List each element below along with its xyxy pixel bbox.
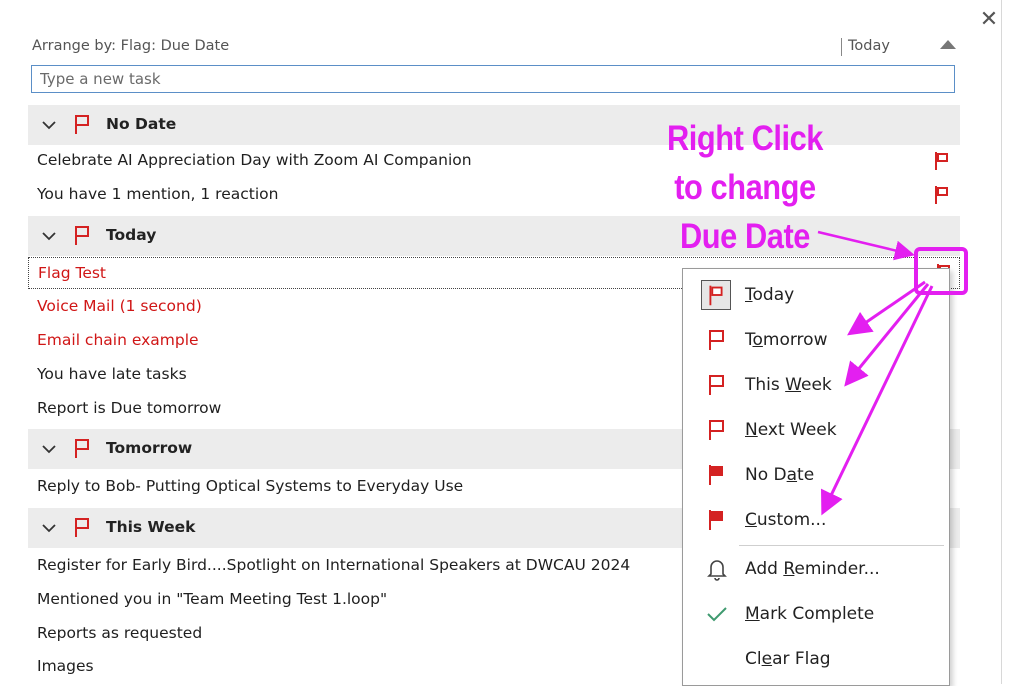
task-subject: Celebrate AI Appreciation Day with Zoom … [37, 151, 472, 169]
bell-icon [707, 560, 727, 581]
checkmark-icon [707, 607, 727, 622]
flag-outline-icon [709, 330, 724, 350]
chevron-down-icon[interactable] [40, 519, 58, 537]
pane-divider [1001, 0, 1002, 684]
group-title: No Date [106, 115, 177, 133]
group-title: Today [106, 226, 157, 244]
task-subject: Voice Mail (1 second) [37, 297, 202, 315]
chevron-down-icon[interactable] [40, 227, 58, 245]
menu-item-label: No Date [745, 465, 815, 485]
chevron-down-icon[interactable] [40, 116, 58, 134]
menu-item-label: Tomorrow [745, 330, 828, 350]
menu-item-next-week[interactable]: Next Week [683, 408, 949, 452]
annotation-line: to change [674, 168, 816, 207]
task-subject: Images [37, 657, 94, 675]
menu-item-label: Next Week [745, 420, 837, 440]
task-subject: You have 1 mention, 1 reaction [37, 185, 279, 203]
menu-item-label: Add Reminder... [745, 559, 880, 579]
menu-item-today[interactable]: Today [683, 273, 949, 317]
close-icon[interactable]: ✕ [975, 6, 1003, 34]
flag-outline-icon [709, 420, 724, 440]
task-subject: Reports as requested [37, 624, 203, 642]
menu-item-label: This Week [745, 375, 832, 395]
menu-item-label: Custom... [745, 510, 827, 530]
task-subject: You have late tasks [37, 365, 187, 383]
task-subject: Mentioned you in "Team Meeting Test 1.lo… [37, 590, 388, 608]
sort-ascending-icon[interactable] [940, 40, 956, 49]
annotation-line: Due Date [680, 217, 810, 256]
group-title: Tomorrow [106, 439, 193, 457]
task-subject: Report is Due tomorrow [37, 399, 222, 417]
chevron-down-icon[interactable] [40, 440, 58, 458]
flag-icon[interactable] [933, 185, 951, 205]
annotation-highlight-box [914, 247, 968, 295]
task-subject: Email chain example [37, 331, 199, 349]
flag-icon[interactable] [933, 151, 951, 171]
task-subject: Reply to Bob- Putting Optical Systems to… [37, 477, 464, 495]
flag-outline-icon [75, 439, 89, 458]
flag-outline-icon [75, 226, 89, 245]
flag-icon [701, 280, 731, 310]
menu-separator [739, 545, 944, 546]
sort-column-label[interactable]: Today [848, 38, 890, 54]
flag-outline-icon [75, 518, 89, 537]
arrange-by-header[interactable]: Arrange by: Flag: Due Date [32, 38, 229, 54]
flag-icon [709, 465, 723, 485]
annotation-callout: Right Click to change Due Date [655, 114, 835, 261]
menu-item-label: Clear Flag [745, 649, 831, 669]
group-title: This Week [106, 518, 196, 536]
new-task-input[interactable] [31, 65, 955, 93]
menu-item-no-date[interactable]: No Date [683, 453, 949, 497]
menu-item-tomorrow[interactable]: Tomorrow [683, 318, 949, 362]
column-divider [841, 38, 842, 56]
menu-item-mark-complete[interactable]: Mark Complete [683, 592, 949, 636]
flag-outline-icon [75, 115, 89, 134]
menu-item-label: Today [745, 285, 795, 305]
task-subject: Register for Early Bird....Spotlight on … [37, 556, 631, 574]
menu-item-add-reminder[interactable]: Add Reminder... [683, 547, 949, 591]
annotation-line: Right Click [666, 119, 824, 158]
menu-item-this-week[interactable]: This Week [683, 363, 949, 407]
flag-outline-icon [709, 375, 724, 395]
menu-item-custom[interactable]: Custom... [683, 498, 949, 542]
flag-icon [709, 510, 723, 530]
flag-context-menu: Today Tomorrow This Week Next Week No Da… [682, 268, 950, 686]
menu-item-label: Mark Complete [745, 604, 875, 624]
task-subject: Flag Test [38, 264, 107, 282]
menu-item-clear-flag[interactable]: Clear Flag [683, 637, 949, 681]
